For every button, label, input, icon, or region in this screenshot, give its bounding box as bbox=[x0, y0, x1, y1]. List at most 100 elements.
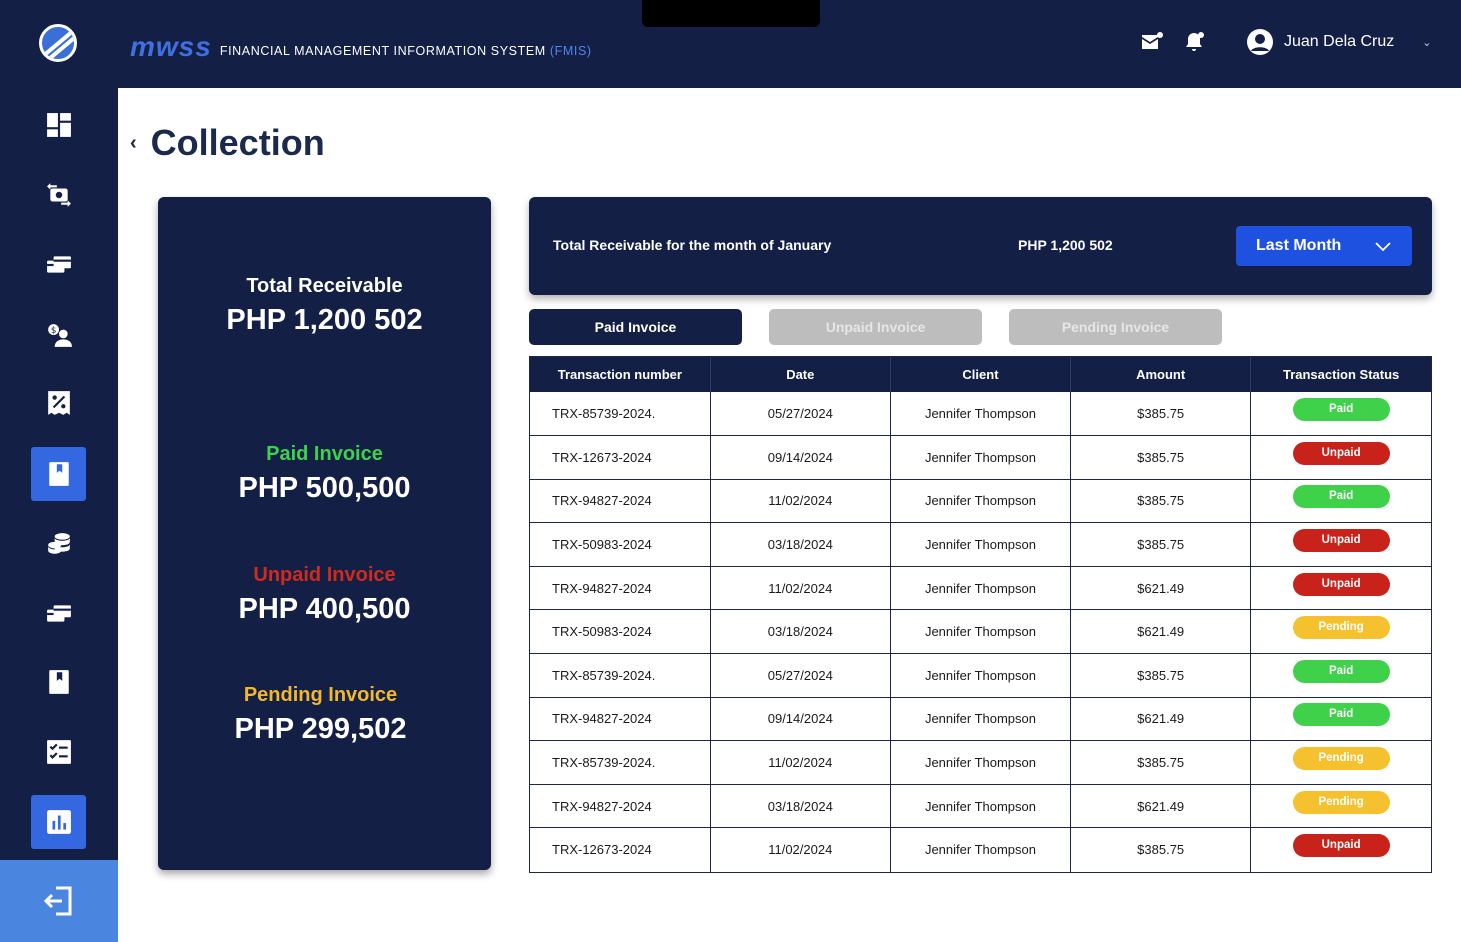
transaction-number-cell: TRX-12673-2024 bbox=[530, 827, 711, 872]
table-row[interactable]: TRX-50983-2024 03/18/2024 Jennifer Thompso… bbox=[530, 522, 1431, 567]
table-row[interactable]: TRX-94827-2024 11/02/2024 Jennifer Thompso… bbox=[530, 566, 1431, 611]
transaction-number-cell: TRX-85739-2024. bbox=[530, 392, 711, 437]
logout-icon bbox=[43, 886, 72, 916]
table-row[interactable]: TRX-85739-2024. 11/02/2024 Jennifer Thomps… bbox=[530, 740, 1431, 785]
transaction-number-cell: TRX-94827-2024 bbox=[530, 697, 711, 742]
status-cell: Unpaid bbox=[1250, 435, 1431, 480]
table-row[interactable]: TRX-85739-2024. 05/27/2024 Jennifer Thomps… bbox=[530, 392, 1431, 437]
column-header-status[interactable]: Transaction Status bbox=[1250, 357, 1431, 392]
transaction-number-cell: TRX-94827-2024 bbox=[530, 566, 711, 611]
status-cell: Paid bbox=[1250, 697, 1431, 742]
status-badge: Unpaid bbox=[1292, 529, 1390, 553]
amount-cell: $385.75 bbox=[1070, 653, 1252, 698]
discount-receipt-icon[interactable] bbox=[31, 376, 86, 430]
client-payment-icon[interactable]: $ bbox=[31, 308, 86, 362]
table-row[interactable]: TRX-85739-2024. 05/27/2024 Jennifer Thomps… bbox=[530, 653, 1431, 698]
status-cell: Pending bbox=[1250, 609, 1431, 655]
chevron-down-icon[interactable]: ⌄ bbox=[1422, 36, 1431, 49]
bell-icon[interactable] bbox=[1182, 30, 1206, 59]
date-cell: 09/14/2024 bbox=[710, 435, 891, 480]
date-cell: 09/14/2024 bbox=[710, 697, 891, 742]
amount-cell: $385.75 bbox=[1070, 827, 1252, 872]
table-row[interactable]: TRX-94827-2024 11/02/2024 Jennifer Thompso… bbox=[530, 479, 1431, 524]
tab-unpaid-invoice[interactable]: Unpaid Invoice bbox=[769, 309, 982, 345]
client-cell: Jennifer Thompson bbox=[890, 392, 1072, 437]
tab-paid-invoice[interactable]: Paid Invoice bbox=[529, 309, 742, 345]
amount-cell: $385.75 bbox=[1070, 392, 1252, 437]
client-cell: Jennifer Thompson bbox=[890, 435, 1072, 480]
client-cell: Jennifer Thompson bbox=[890, 609, 1072, 655]
status-badge: Paid bbox=[1292, 485, 1390, 509]
status-cell: Pending bbox=[1250, 740, 1431, 785]
date-cell: 03/18/2024 bbox=[710, 522, 891, 567]
date-cell: 05/27/2024 bbox=[710, 392, 891, 437]
client-cell: Jennifer Thompson bbox=[890, 784, 1072, 829]
total-receivable-label: Total Receivable bbox=[246, 275, 403, 297]
coins-stack-icon[interactable] bbox=[31, 517, 86, 571]
amount-cell: $621.49 bbox=[1070, 697, 1252, 742]
invoice-tabs: Paid Invoice Unpaid Invoice Pending Invo… bbox=[529, 309, 1222, 345]
amount-cell: $621.49 bbox=[1070, 566, 1252, 611]
client-cell: Jennifer Thompson bbox=[890, 653, 1072, 698]
user-name: Juan Dela Cruz bbox=[1284, 33, 1395, 50]
status-badge: Pending bbox=[1292, 747, 1390, 771]
transaction-number-cell: TRX-50983-2024 bbox=[530, 522, 711, 567]
table-row[interactable]: TRX-50983-2024 03/18/2024 Jennifer Thompso… bbox=[530, 609, 1431, 655]
logout-button[interactable] bbox=[0, 860, 118, 942]
transaction-number-cell: TRX-94827-2024 bbox=[530, 479, 711, 524]
status-badge: Paid bbox=[1292, 703, 1390, 727]
back-button[interactable]: ‹ bbox=[130, 132, 137, 155]
status-badge: Unpaid bbox=[1292, 441, 1390, 465]
column-header-amount[interactable]: Amount bbox=[1070, 357, 1252, 392]
status-badge: Pending bbox=[1292, 616, 1390, 640]
status-cell: Unpaid bbox=[1250, 566, 1431, 611]
status-badge: Paid bbox=[1292, 398, 1390, 422]
client-cell: Jennifer Thompson bbox=[890, 697, 1072, 742]
paid-invoice-value: PHP 500,500 bbox=[238, 472, 411, 504]
status-cell: Paid bbox=[1250, 479, 1431, 524]
money-exchange-icon[interactable] bbox=[31, 168, 86, 222]
status-badge: Unpaid bbox=[1292, 834, 1390, 858]
table-row[interactable]: TRX-12673-2024 11/02/2024 Jennifer Thompso… bbox=[530, 827, 1431, 872]
brand-logo: mwss bbox=[130, 31, 212, 62]
status-badge: Paid bbox=[1292, 659, 1390, 683]
card-stack-icon[interactable] bbox=[31, 587, 86, 641]
period-dropdown[interactable]: Last Month bbox=[1236, 226, 1412, 266]
table-row[interactable]: TRX-12673-2024 09/14/2024 Jennifer Thompso… bbox=[530, 435, 1431, 480]
transactions-table: Transaction number Date Client Amount Tr… bbox=[529, 356, 1432, 873]
amount-cell: $621.49 bbox=[1070, 609, 1252, 655]
summary-card: Total Receivable PHP 1,200 502 Paid Invo… bbox=[158, 197, 491, 870]
report-chart-icon[interactable] bbox=[31, 795, 86, 849]
status-badge: Unpaid bbox=[1292, 572, 1390, 596]
table-row[interactable]: TRX-94827-2024 03/18/2024 Jennifer Thompso… bbox=[530, 784, 1431, 829]
date-cell: 11/02/2024 bbox=[710, 827, 891, 872]
unpaid-invoice-value: PHP 400,500 bbox=[238, 593, 411, 625]
status-badge: Pending bbox=[1292, 790, 1390, 814]
period-selected: Last Month bbox=[1256, 237, 1342, 254]
status-cell: Paid bbox=[1250, 392, 1431, 437]
page-title: Collection bbox=[150, 122, 325, 163]
checklist-icon[interactable] bbox=[31, 725, 86, 779]
svg-text:$: $ bbox=[50, 326, 56, 336]
brand: mwss FINANCIAL MANAGEMENT INFORMATION SY… bbox=[130, 31, 592, 62]
tab-pending-invoice[interactable]: Pending Invoice bbox=[1009, 309, 1222, 345]
column-header-date[interactable]: Date bbox=[710, 357, 891, 392]
card-transfer-icon[interactable] bbox=[31, 238, 86, 292]
client-cell: Jennifer Thompson bbox=[890, 566, 1072, 611]
dashboard-icon[interactable] bbox=[31, 98, 86, 152]
ledger-book-icon[interactable] bbox=[31, 447, 86, 501]
column-header-client[interactable]: Client bbox=[890, 357, 1072, 392]
client-cell: Jennifer Thompson bbox=[890, 522, 1072, 567]
paid-invoice-label: Paid Invoice bbox=[266, 443, 383, 465]
app-logo-icon bbox=[39, 24, 77, 62]
date-cell: 11/02/2024 bbox=[710, 566, 891, 611]
user-menu[interactable]: Juan Dela Cruz ⌄ bbox=[1246, 28, 1432, 56]
mail-icon[interactable] bbox=[1140, 30, 1164, 59]
client-cell: Jennifer Thompson bbox=[890, 827, 1072, 872]
total-receivable-value: PHP 1,200 502 bbox=[226, 304, 423, 336]
table-row[interactable]: TRX-94827-2024 09/14/2024 Jennifer Thompso… bbox=[530, 697, 1431, 742]
column-header-transaction-number[interactable]: Transaction number bbox=[530, 357, 711, 392]
bookmark-book-icon[interactable] bbox=[31, 655, 86, 709]
status-cell: Unpaid bbox=[1251, 828, 1431, 872]
amount-cell: $621.49 bbox=[1070, 784, 1252, 829]
